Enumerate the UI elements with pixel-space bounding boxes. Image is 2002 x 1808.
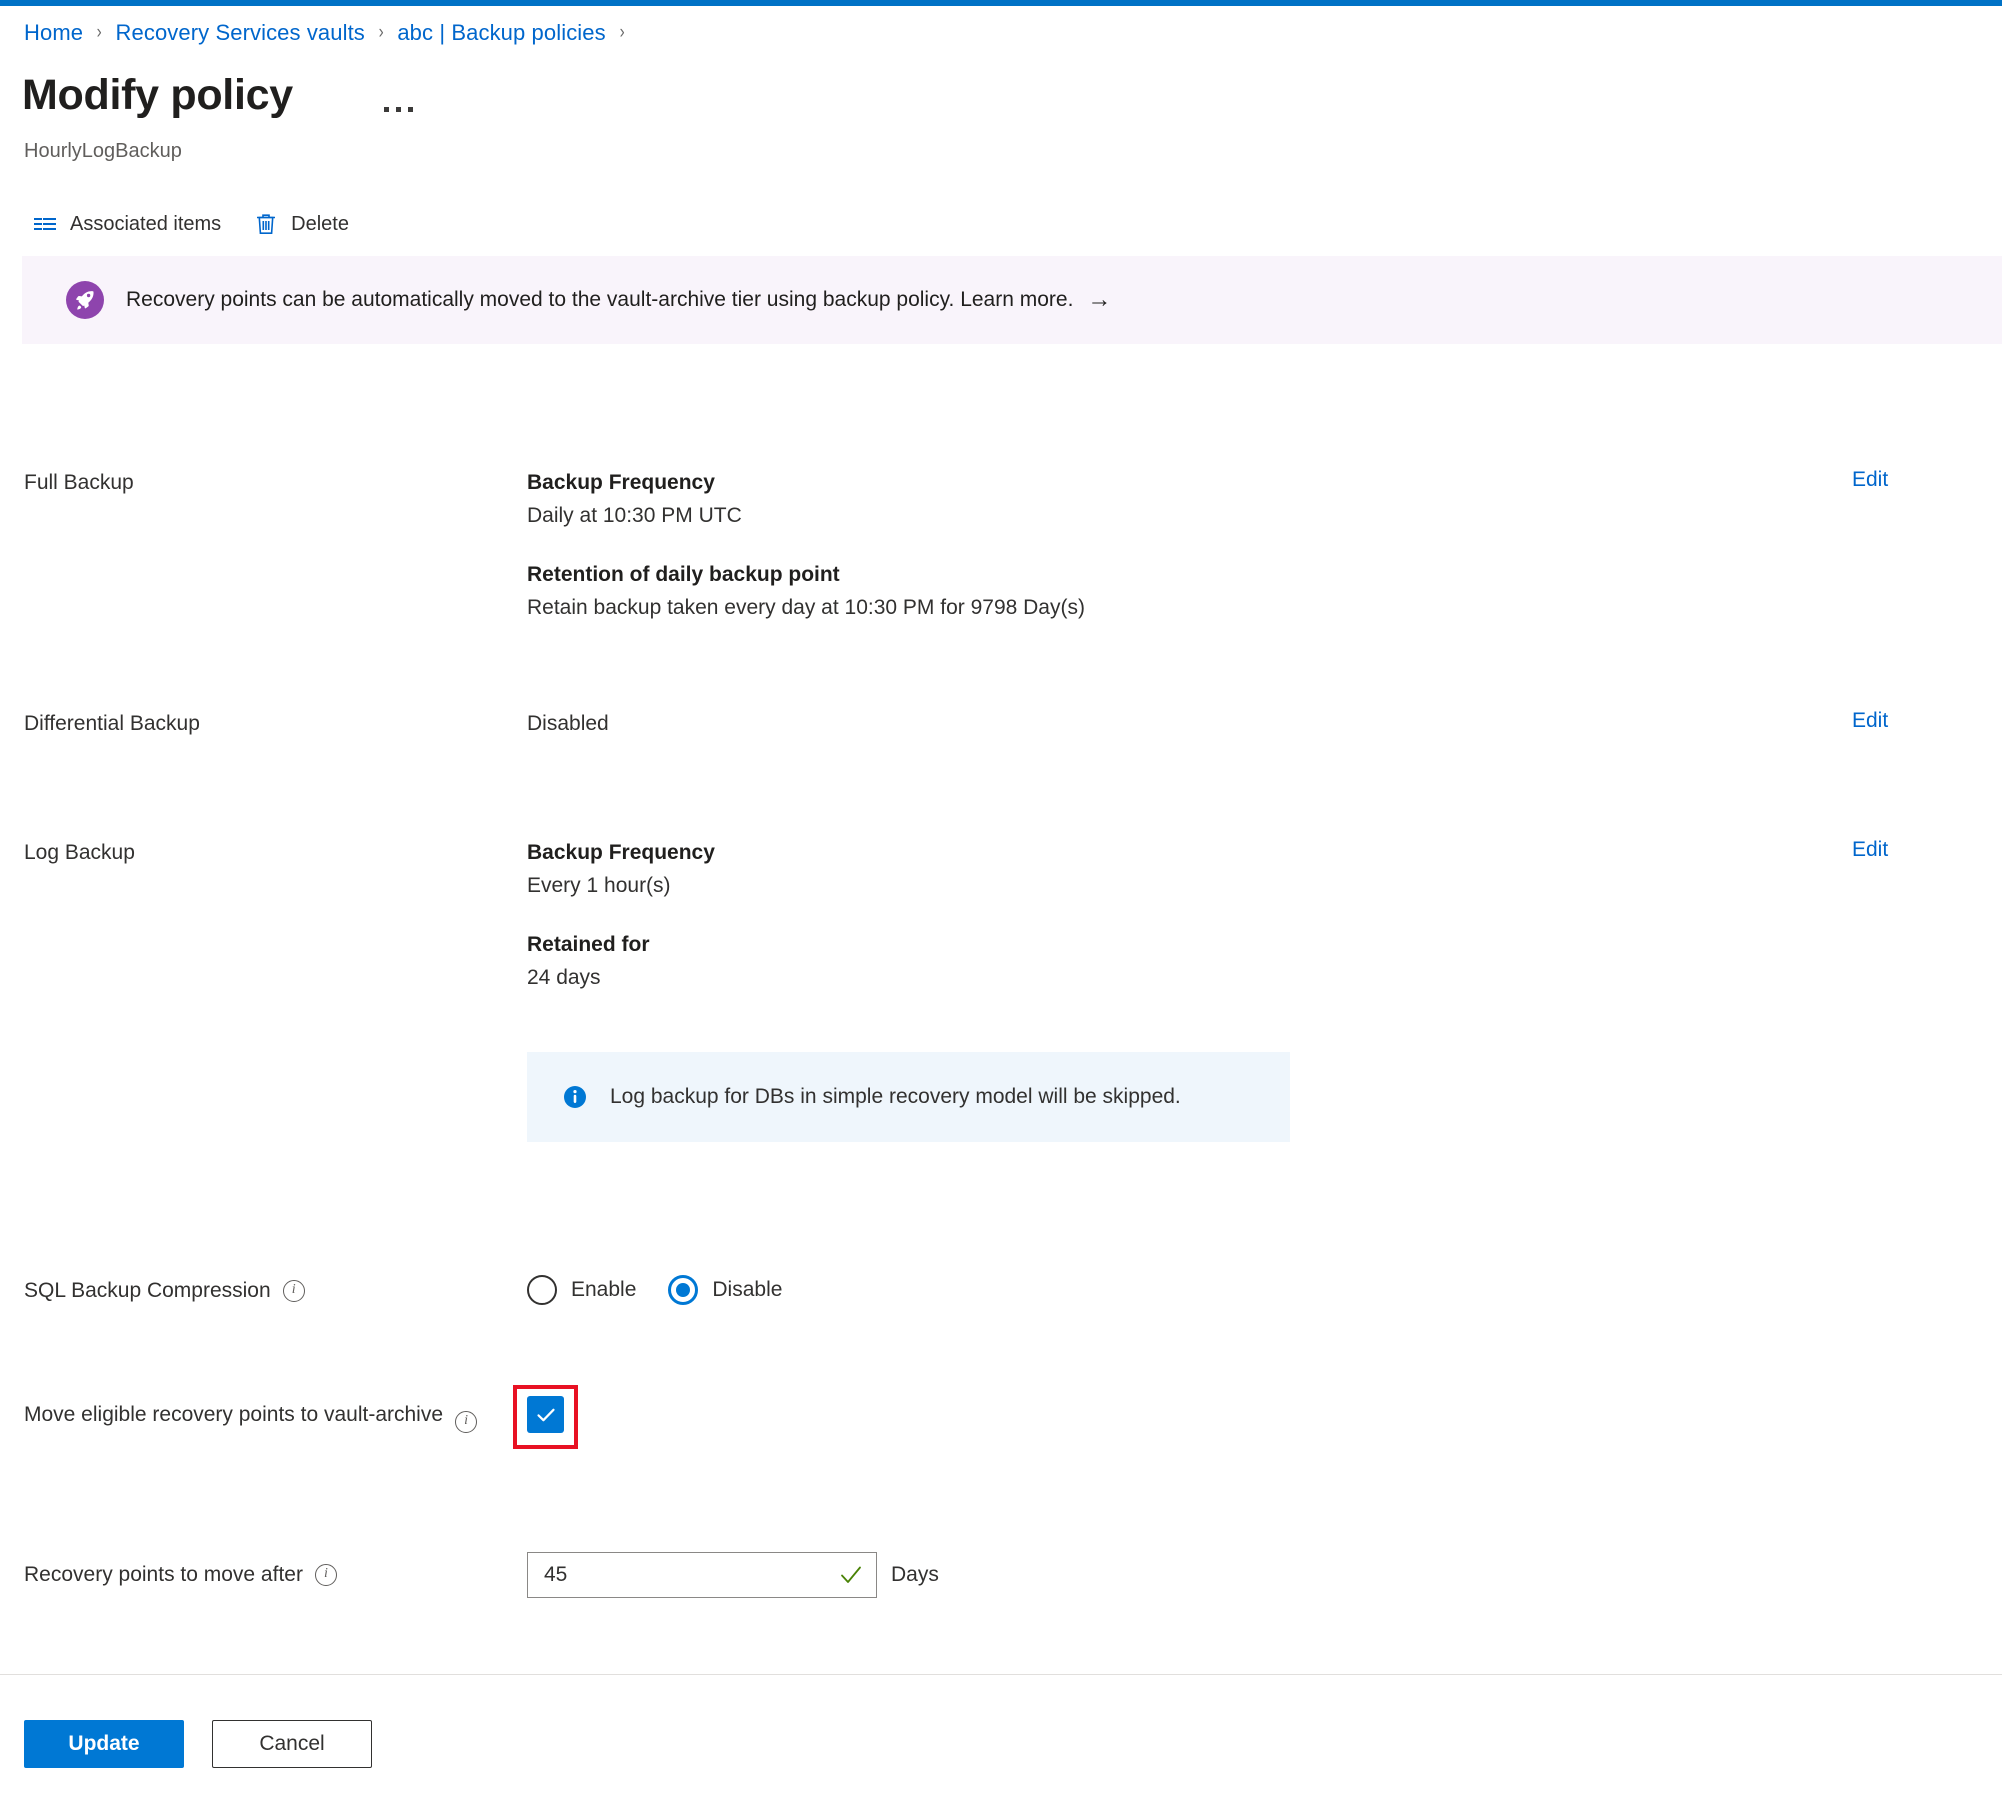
associated-items-button[interactable]: Associated items [22,202,235,246]
delete-button[interactable]: Delete [243,202,363,246]
full-backup-frequency-title: Backup Frequency [527,471,715,494]
differential-backup-row: Differential Backup Disabled Edit [0,709,2002,739]
breadcrumb-item-recovery-services-vaults[interactable]: Recovery Services vaults [116,20,365,46]
cancel-button[interactable]: Cancel [212,1720,372,1768]
log-backup-value: Backup Frequency Every 1 hour(s) Retaine… [527,838,1852,994]
breadcrumb-item-home[interactable]: Home [24,20,83,46]
log-backup-frequency-body: Every 1 hour(s) [527,874,671,898]
full-backup-frequency-group: Backup Frequency Daily at 10:30 PM UTC [527,468,1852,532]
ellipsis-dot [407,106,413,112]
full-backup-retention-body: Retain backup taken every day at 10:30 P… [527,596,1085,620]
edit-log-backup-link[interactable]: Edit [1852,838,2002,862]
move-after-info-icon[interactable]: i [314,1564,337,1587]
sql-compression-enable-radio[interactable]: Enable [527,1275,637,1306]
move-after-label: Recovery points to move after [24,1563,303,1587]
sql-backup-compression-row: SQL Backup Compression i Enable Disable [0,1275,2002,1306]
radio-unchecked-icon [527,1275,557,1306]
move-after-input-shell[interactable] [527,1552,877,1598]
log-backup-retention-title: Retained for [527,932,650,956]
full-backup-retention-group: Retention of daily backup point Retain b… [527,560,1852,624]
ellipsis-dot [395,106,401,112]
differential-backup-value: Disabled [527,712,609,735]
sql-backup-compression-value: Enable Disable [527,1275,1852,1306]
log-backup-info-text: Log backup for DBs in simple recovery mo… [610,1085,1181,1108]
full-backup-frequency-body: Daily at 10:30 PM UTC [527,504,742,528]
sql-compression-disable-radio[interactable]: Disable [668,1275,783,1306]
log-backup-row: Log Backup Backup Frequency Every 1 hour… [0,838,2002,994]
trash-icon [253,211,279,237]
log-backup-info-callout: Log backup for DBs in simple recovery mo… [527,1052,1290,1142]
move-after-value: Days [527,1552,2002,1598]
top-accent-bar [0,0,2002,6]
arrow-right-icon[interactable]: → [1087,288,1111,312]
edit-full-backup-link[interactable]: Edit [1852,468,2002,492]
valid-check-icon [838,1564,864,1586]
list-icon [32,211,58,237]
full-backup-retention-title: Retention of daily backup point [527,562,840,586]
footer-actions: Update Cancel [24,1720,372,1768]
full-backup-value: Backup Frequency Daily at 10:30 PM UTC R… [527,468,1852,624]
ellipsis-dot [383,106,389,112]
log-backup-frequency-group: Backup Frequency Every 1 hour(s) [527,838,1852,902]
full-backup-row: Full Backup Backup Frequency Daily at 10… [0,468,2002,624]
move-after-input[interactable] [544,1563,830,1587]
check-icon [536,1408,555,1421]
radio-checked-icon [668,1275,699,1306]
footer-divider [0,1674,2002,1675]
breadcrumb-separator: › [96,22,102,43]
rocket-icon [66,281,104,319]
breadcrumb-separator: › [378,22,384,43]
promo-banner-text: Recovery points can be automatically mov… [126,288,1074,311]
sql-backup-compression-label: SQL Backup Compression [24,1278,271,1302]
sql-backup-compression-info-icon[interactable]: i [282,1279,305,1302]
move-after-field-wrap: Days [527,1552,2002,1598]
full-backup-label: Full Backup [24,471,134,494]
move-to-vault-archive-info-icon[interactable]: i [455,1411,478,1433]
move-to-vault-archive-label: Move eligible recovery points to vault-a… [24,1403,444,1426]
log-backup-frequency-title: Backup Frequency [527,841,715,864]
update-button[interactable]: Update [24,1720,184,1768]
log-backup-retention-body: 24 days [527,966,601,990]
associated-items-label: Associated items [70,212,222,235]
log-backup-label: Log Backup [24,841,135,864]
page-title: Modify policy [22,71,293,119]
move-to-vault-archive-label-wrap: Move eligible recovery points to vault-a… [0,1400,500,1433]
delete-label: Delete [291,212,349,235]
command-bar: Associated items Delete [22,202,371,246]
sql-backup-compression-label-wrap: SQL Backup Compression i [0,1276,527,1305]
vault-archive-promo-banner[interactable]: Recovery points can be automatically mov… [22,256,2002,344]
edit-differential-backup-link[interactable]: Edit [1852,709,2002,733]
move-after-label-wrap: Recovery points to move after i [0,1560,527,1589]
more-options-icon[interactable] [372,95,424,123]
breadcrumb: Home › Recovery Services vaults › abc | … [24,20,638,46]
sql-backup-compression-radio-group: Enable Disable [527,1275,1852,1306]
info-icon [562,1084,588,1110]
breadcrumb-item-backup-policies[interactable]: abc | Backup policies [397,20,605,46]
differential-backup-label: Differential Backup [24,712,200,735]
page-subtitle: HourlyLogBackup [24,140,182,162]
sql-compression-enable-label: Enable [571,1278,637,1301]
move-to-vault-archive-row: Move eligible recovery points to vault-a… [0,1400,2002,1433]
recovery-points-to-move-after-row: Recovery points to move after i Days [0,1552,2002,1598]
snapshot-copy-only-full-backup-row: Snapshot Copy Only Full Backup Disabled … [0,338,2002,368]
log-backup-retention-group: Retained for 24 days [527,930,1852,994]
move-to-vault-archive-checkbox[interactable] [527,1396,564,1433]
breadcrumb-separator-trailing: › [619,22,625,43]
sql-compression-disable-label: Disable [712,1278,783,1301]
move-after-suffix: Days [891,1562,939,1586]
